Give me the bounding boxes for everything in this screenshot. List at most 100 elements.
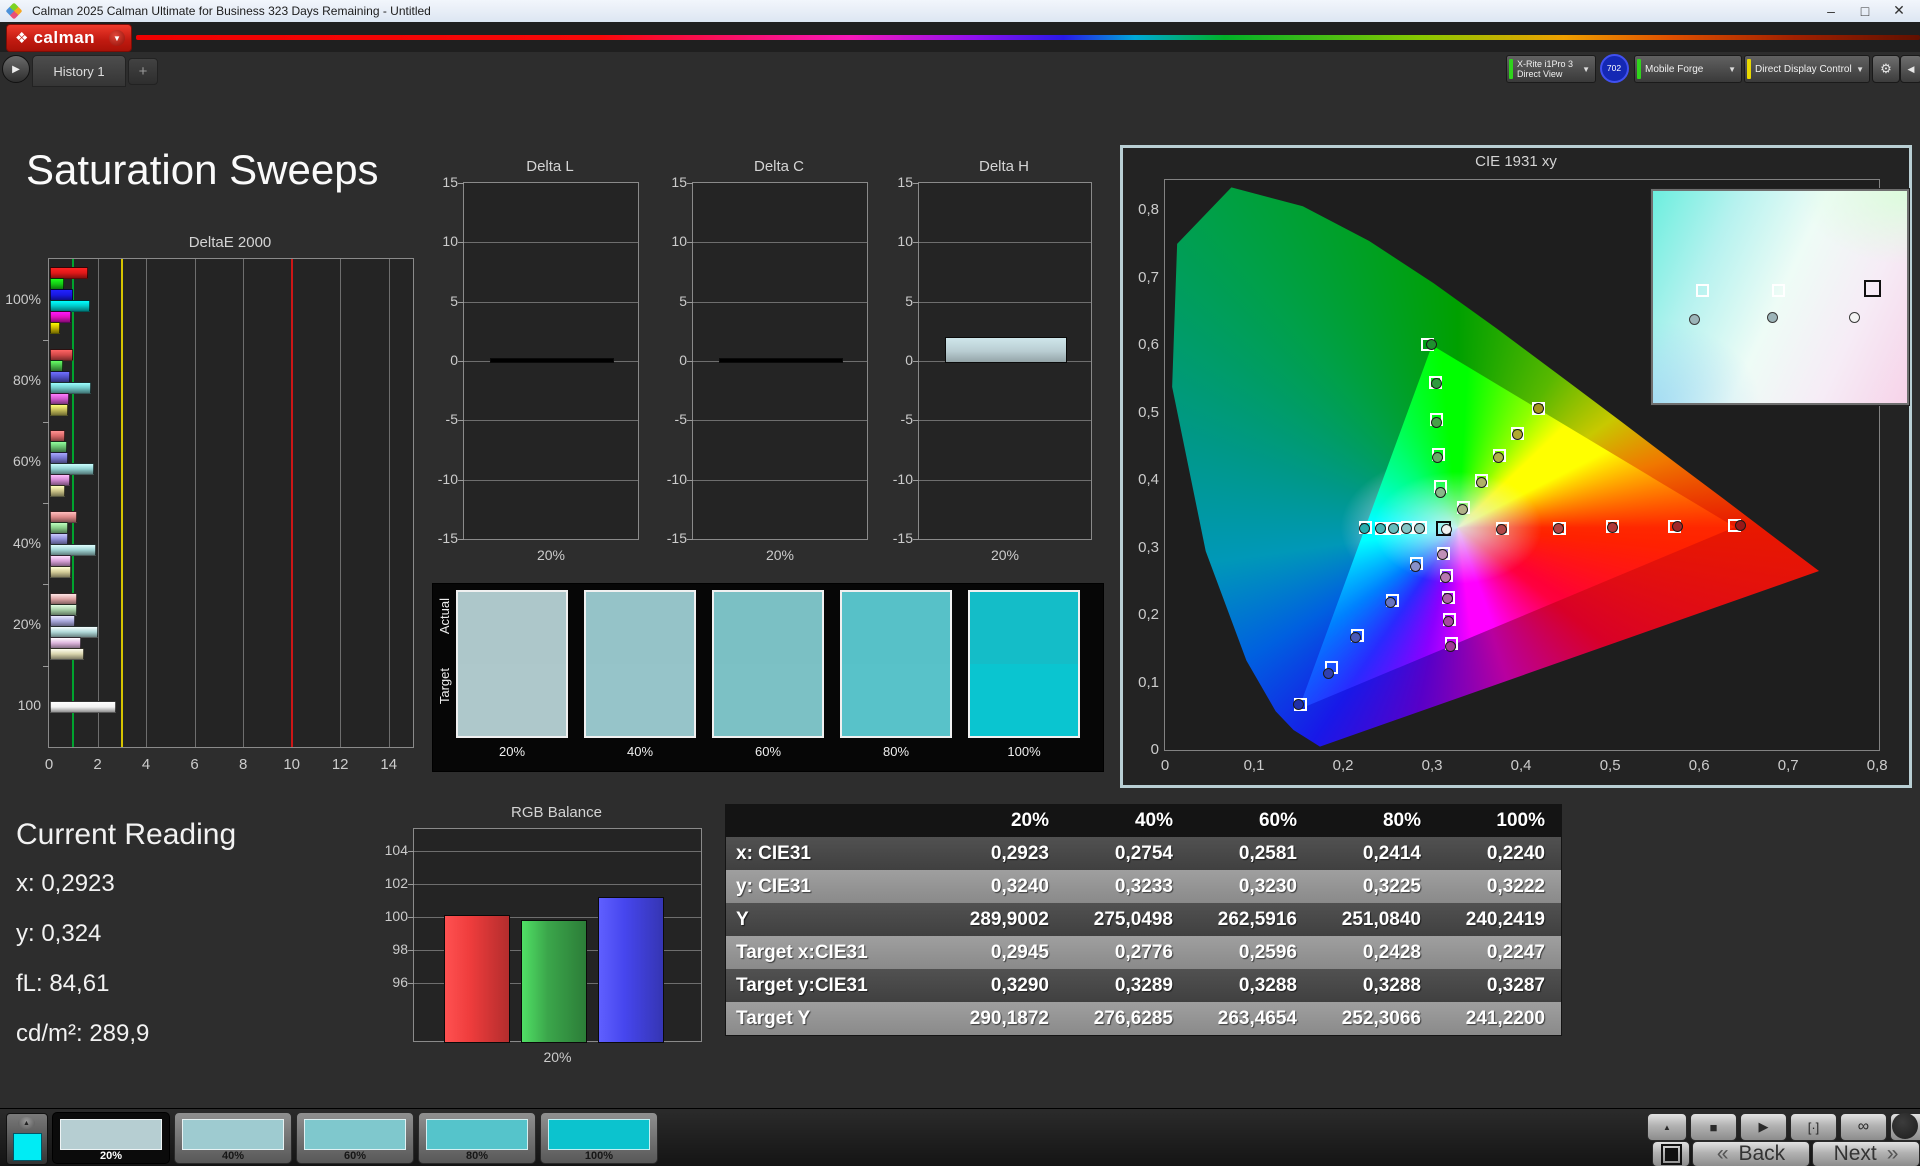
patch-button-100%[interactable]: 100% [540,1112,658,1164]
axis-tick [43,584,49,586]
cell-value: 0,3225 [1362,875,1421,897]
axis-tick [687,361,693,362]
patch-window-button[interactable] [1652,1141,1690,1166]
settings-button[interactable]: ⚙ [1872,55,1900,83]
meter-dropdown[interactable]: X-Rite i1Pro 3 Direct View ▼ [1506,55,1596,83]
window-titlebar: Calman 2025 Calman Ultimate for Business… [0,0,1920,23]
cell-value: 0,3287 [1486,974,1545,996]
patch-button-20%[interactable]: 20% [52,1112,170,1164]
meter-status-stripe [1509,59,1513,79]
table-header-row: 20% 40% 60% 80% 100% [726,805,1561,837]
next-button[interactable]: Next » [1812,1141,1920,1166]
source-dropdown[interactable]: Mobile Forge ▼ [1634,55,1742,83]
axis-tick [408,983,414,985]
axis-tick-label: 8 [238,756,248,773]
axis-tick-label: 0,6 [1138,336,1159,354]
axis-tick [913,183,919,184]
inset-measured-point [1767,311,1779,323]
reading-fl: fL: 84,61 [16,970,110,997]
back-button[interactable]: « Back [1692,1141,1810,1166]
maximize-button[interactable]: □ [1848,0,1882,21]
next-label: Next [1833,1142,1877,1165]
axis-tick-label: 0,3 [1138,538,1159,556]
tab-history-1[interactable]: History 1 [32,55,126,87]
footer-bar: ▲ ▲ ■ ▶ [·] ∞ ⟳ « Back Next » 20%40%60%8… [0,1108,1920,1166]
delta-c-title: Delta C [753,158,805,175]
cell-value: 263,4654 [1217,1007,1297,1029]
axis-tick [913,242,919,244]
bar [490,358,614,363]
measured-point [1496,523,1508,535]
delta-l-title: Delta L [526,158,574,175]
measured-point [1409,561,1421,573]
stop-button[interactable]: ■ [1690,1113,1737,1141]
calman-menu-button[interactable]: ❖ calman ▼ [6,24,132,52]
meter-name: X-Rite i1Pro 3 [1517,59,1574,69]
transport-expand-button[interactable]: ▲ [1647,1113,1687,1141]
axis-tick-label: 5 [450,292,458,309]
chevron-up-icon: ▲ [1663,1122,1671,1132]
patch-button-80%[interactable]: 80% [418,1112,536,1164]
column-header: 80% [1382,810,1421,831]
axis-tick-label: 15 [671,174,687,190]
measured-point [1323,667,1335,679]
patch-options-button[interactable]: ▲ [6,1113,48,1165]
cell-value: 0,2945 [990,941,1049,963]
reference-line [120,259,123,747]
table-row: Target y:CIE31 0,3290 0,3289 0,3288 0,3288 0,… [726,969,1561,1002]
table-row: y: CIE31 0,3240 0,3233 0,3230 0,3225 0,3222 [726,870,1561,903]
target-color [842,664,950,736]
sidebar-expander-button[interactable]: ▶ [2,55,30,83]
patch-button-60%[interactable]: 60% [296,1112,414,1164]
collapse-panel-button[interactable]: ◀ [1900,55,1920,83]
patch-button-40%[interactable]: 40% [174,1112,292,1164]
gridline [388,259,390,747]
bar [50,625,99,638]
gridline [340,259,342,747]
meter-delay-badge[interactable]: 702 [1598,53,1630,83]
continuous-measure-button[interactable]: ∞ [1840,1113,1887,1141]
axis-tick-label: 0 [1160,757,1170,774]
axis-tick-label: 0 [1150,741,1159,758]
sweep-swatch-label: 100% [1007,744,1041,759]
patch-color [548,1119,650,1150]
gridline [693,479,867,481]
axis-tick-label: 10 [442,233,458,250]
axis-tick-label: 98 [392,940,408,957]
axis-tick-label: 0,7 [1138,268,1159,286]
play-button[interactable]: ▶ [1740,1113,1787,1141]
read-single-button[interactable]: [·] [1790,1113,1837,1141]
add-tab-button[interactable]: + [128,58,158,85]
display-control-dropdown[interactable]: Direct Display Control ▼ [1744,55,1870,83]
inset-target-square [1863,280,1881,298]
axis-tick-label: 0,2 [1138,606,1159,624]
patch-window-icon [1660,1143,1682,1165]
patch-label: 20% [99,1150,123,1162]
measured-point [1532,403,1544,415]
sweep-swatch [968,590,1080,738]
bar [50,647,84,660]
axis-tick-label: 0 [905,352,913,368]
axis-tick-label: 0,8 [1866,757,1888,774]
target-color [714,664,822,736]
patch-label: 40% [221,1150,245,1162]
axis-tick [687,539,693,540]
app-icon [5,2,23,20]
sweep-swatch-label: 40% [626,744,654,759]
axis-tick [458,420,464,422]
bar [50,359,63,372]
measured-point [1425,339,1437,351]
measured-point [1440,523,1452,535]
table-row: Target Y 290,1872 276,6285 263,4654 252,3066… [726,1002,1561,1035]
chevron-down-icon: ▼ [1856,64,1864,74]
cell-value: 289,9002 [969,908,1049,930]
sweep-swatch-label: 60% [754,744,782,759]
actual-color [586,592,694,664]
axis-tick-label: -10 [437,470,458,487]
gridline [464,301,638,303]
source-name: Mobile Forge [1645,63,1704,75]
measured-point [1445,640,1457,652]
axis-label: 60% [12,453,41,470]
minimize-button[interactable]: – [1814,0,1848,21]
close-button[interactable]: ✕ [1882,0,1916,21]
